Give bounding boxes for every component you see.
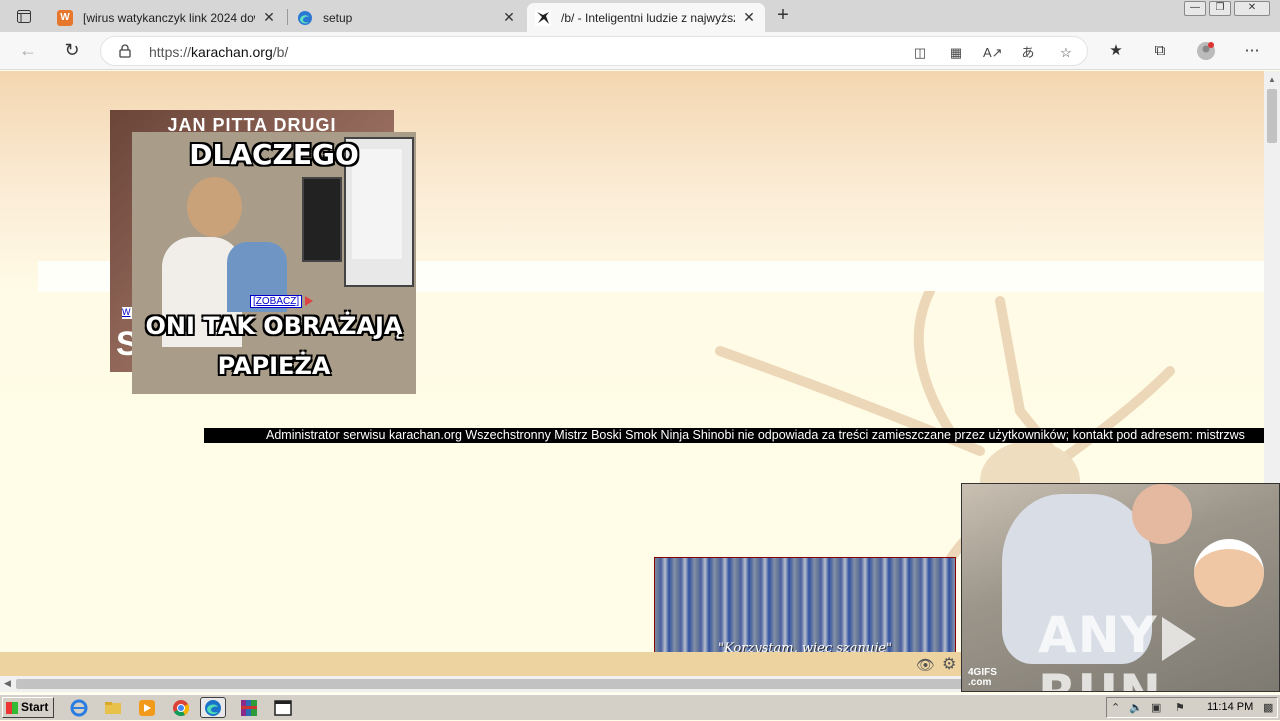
tab-title: /b/ - Inteligentni ludzie z najwyższ — [561, 10, 735, 25]
gif-pope-face — [1194, 539, 1264, 607]
meme-bottom-caption: PAPIEŻA — [217, 352, 331, 380]
show-hidden-icons-icon[interactable]: ⌃ — [1111, 701, 1120, 714]
close-tab-icon[interactable]: ✕ — [741, 9, 757, 26]
windows-logo-icon — [6, 702, 18, 714]
lock-icon[interactable] — [119, 44, 131, 58]
gif-person-head — [1132, 484, 1192, 544]
edge-icon — [297, 10, 313, 26]
meme-image-front[interactable]: DLACZEGO [ZOBACZ] ONI TAK OBRAŻAJĄ PAPIE… — [132, 132, 416, 394]
translate-icon[interactable]: あ — [1019, 44, 1037, 62]
tab-title: setup — [323, 10, 353, 25]
tab-strip: W [wirus watykanczyk link 2024 download … — [0, 0, 1280, 32]
gif-source-label: 4GIFS .com — [968, 667, 997, 688]
minimize-button[interactable]: — — [1184, 1, 1206, 16]
file-explorer-icon[interactable] — [104, 699, 122, 717]
media-player-icon[interactable] — [138, 699, 156, 717]
start-button[interactable]: Start — [2, 697, 54, 718]
gif-overlay-image[interactable]: ANYRUN 4GIFS.com — [961, 483, 1280, 692]
zobacz-link[interactable]: [ZOBACZ] — [250, 295, 303, 308]
favorites-icon[interactable]: ★ — [1106, 41, 1126, 61]
volume-icon[interactable]: 🔈 — [1129, 701, 1143, 714]
internet-explorer-icon[interactable] — [70, 699, 88, 717]
admin-disclaimer: Administrator serwisu karachan.org Wszec… — [204, 428, 1264, 443]
back-button[interactable]: ← — [15, 39, 41, 63]
close-tab-icon[interactable]: ✕ — [501, 9, 517, 26]
more-menu-icon[interactable]: ⋯ — [1242, 41, 1262, 61]
gear-icon[interactable]: ⚙ — [942, 654, 956, 674]
scrollbar-thumb[interactable] — [1267, 89, 1277, 143]
address-bar[interactable]: https://karachan.org/b/ ◫ ▦ A↗ あ ☆ — [100, 36, 1088, 66]
play-icon — [1161, 616, 1196, 661]
profile-avatar[interactable] — [1196, 41, 1216, 61]
system-tray: ⌃ 🔈 ▣ ⚑ 11:14 PM ▩ — [1106, 697, 1278, 718]
meme-top-caption: DLACZEGO — [189, 138, 359, 171]
new-tab-button[interactable]: + — [772, 5, 794, 27]
flag-icon[interactable]: ⚑ — [1175, 701, 1185, 714]
window-icon[interactable] — [274, 699, 292, 717]
monitor-shape — [302, 177, 342, 262]
network-icon[interactable]: ▣ — [1151, 701, 1161, 714]
restore-button[interactable]: ❐ — [1209, 1, 1231, 16]
edge-taskbar-icon[interactable] — [200, 697, 226, 718]
winrar-icon[interactable] — [240, 699, 258, 717]
karachan-favicon-icon — [535, 9, 551, 26]
eye-icon[interactable]: 👁 — [916, 656, 935, 674]
tab-favicon-icon: W — [57, 9, 73, 26]
tab-actions-icon[interactable] — [13, 6, 35, 26]
read-aloud-icon[interactable]: A↗ — [983, 44, 1003, 62]
anyrun-watermark: ANYRUN — [1038, 606, 1279, 691]
scroll-left-icon[interactable]: ◀ — [4, 678, 11, 689]
collections-icon[interactable]: ⧉ — [1150, 41, 1170, 61]
desktop-icon[interactable]: ▩ — [1263, 701, 1273, 714]
windows-taskbar: Start ⌃ 🔈 ▣ ⚑ 11:14 PM ▩ — [0, 694, 1280, 720]
chrome-icon[interactable] — [172, 699, 190, 717]
add-favorite-icon[interactable]: ☆ — [1057, 44, 1075, 62]
tab-setup[interactable]: setup ✕ — [289, 3, 525, 32]
app-available-icon[interactable]: ◫ — [911, 44, 929, 62]
url-text[interactable]: https://karachan.org/b/ — [149, 44, 288, 60]
tab-divider — [287, 9, 288, 25]
meme-bottom-caption: ONI TAK OBRAŻAJĄ — [145, 312, 403, 340]
person-head — [187, 177, 242, 237]
tab-karachan[interactable]: /b/ - Inteligentni ludzie z najwyższ ✕ — [527, 3, 765, 32]
scrollbar-thumb[interactable] — [16, 679, 1046, 689]
tab-title: [wirus watykanczyk link 2024 download — [83, 10, 255, 25]
play-arrow-icon[interactable] — [305, 296, 313, 306]
close-tab-icon[interactable]: ✕ — [261, 9, 277, 26]
clock[interactable]: 11:14 PM — [1207, 701, 1253, 713]
close-window-button[interactable]: ✕ — [1234, 1, 1270, 16]
scroll-up-icon[interactable]: ▲ — [1268, 75, 1276, 84]
server-rack-image[interactable]: "Korzystam, więc szanuję" — [654, 557, 956, 653]
apps-grid-icon[interactable]: ▦ — [947, 44, 965, 62]
refresh-button[interactable]: ↻ — [59, 39, 85, 63]
tab-wirus[interactable]: W [wirus watykanczyk link 2024 download … — [49, 3, 285, 32]
browser-toolbar: ← ↻ https://karachan.org/b/ ◫ ▦ A↗ あ ☆ ★… — [0, 32, 1280, 70]
